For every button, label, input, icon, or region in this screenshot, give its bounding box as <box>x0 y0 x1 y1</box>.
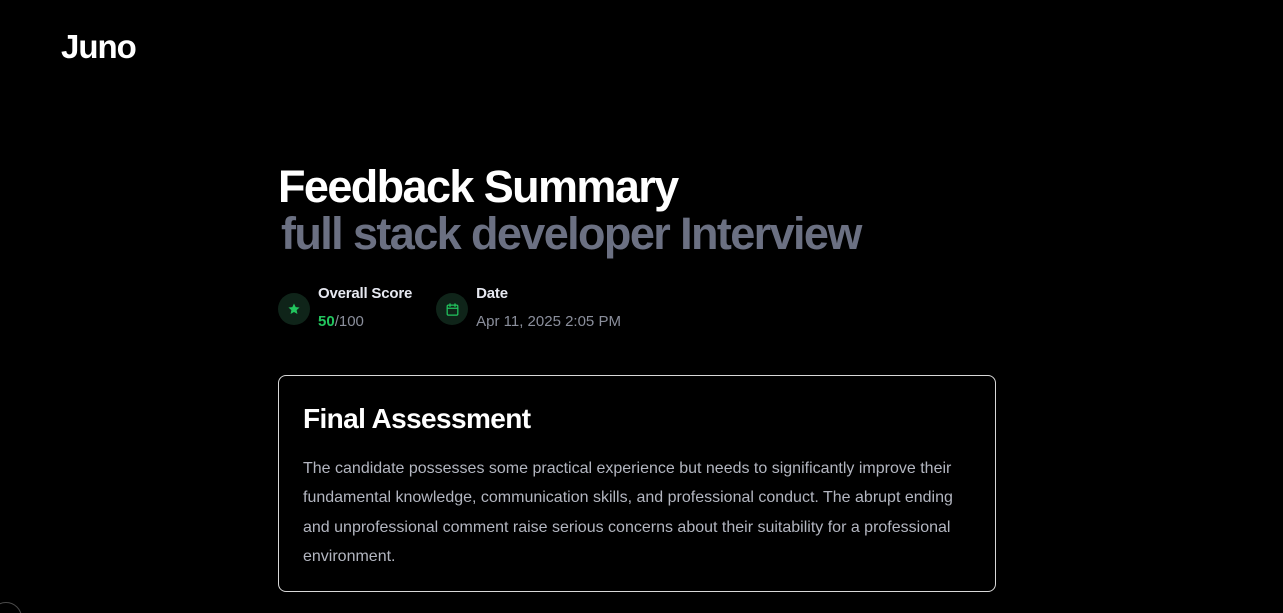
interview-date: Date Apr 11, 2025 2:05 PM <box>436 285 621 331</box>
app-logo[interactable]: Juno <box>61 27 137 67</box>
score-max: /100 <box>334 313 364 330</box>
date-value: Apr 11, 2025 2:05 PM <box>476 313 621 330</box>
overall-score-label: Overall Score <box>318 285 413 302</box>
page-subtitle: full stack developer Interview <box>281 208 862 259</box>
page: Juno Feedback Summary full stack develop… <box>0 0 1283 613</box>
date-label: Date <box>476 285 508 302</box>
star-icon <box>278 293 310 325</box>
score-number: 50 <box>318 313 335 330</box>
page-title: Feedback Summary <box>278 161 679 212</box>
overall-score-value: 50/100 <box>318 313 412 331</box>
floating-action-button[interactable] <box>0 602 22 613</box>
overall-score: Overall Score 50/100 <box>278 285 412 331</box>
meta-row: Overall Score 50/100 Date Apr 11, 2025 2… <box>278 285 998 331</box>
final-assessment-card: Final Assessment The candidate possesses… <box>278 375 996 592</box>
final-assessment-text: The candidate possesses some practical e… <box>303 460 953 565</box>
calendar-icon <box>436 293 469 325</box>
feedback-header: Feedback Summary full stack developer In… <box>278 162 998 331</box>
final-assessment-title: Final Assessment <box>303 403 531 434</box>
